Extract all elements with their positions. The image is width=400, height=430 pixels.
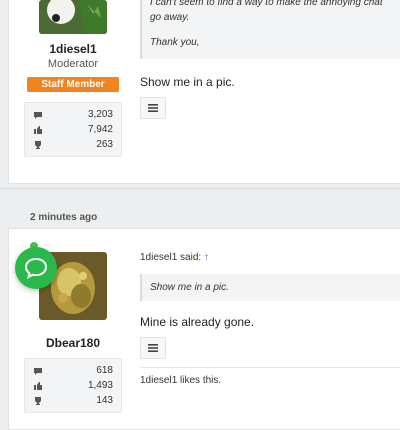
- likes-summary[interactable]: 1diesel1 likes this.: [140, 375, 400, 386]
- thumbs-up-icon: [34, 125, 42, 134]
- user-stats: 618 1,493 143: [24, 358, 122, 413]
- stat-messages: 618: [33, 363, 113, 378]
- quote-block: I can't seem to find a way to make the a…: [140, 0, 400, 59]
- stat-value: 143: [96, 395, 113, 406]
- divider: [140, 367, 400, 368]
- post-1-body: I can't seem to find a way to make the a…: [140, 0, 400, 119]
- stat-likes: 1,493: [33, 378, 113, 393]
- stat-trophies: 263: [33, 137, 113, 152]
- post-menu-button[interactable]: [140, 337, 166, 359]
- username[interactable]: 1diesel1: [18, 42, 128, 56]
- stat-value: 1,493: [87, 380, 113, 391]
- staff-badge: Staff Member: [27, 77, 119, 92]
- chat-bubble-icon: [24, 257, 48, 279]
- user-stats: 3,203 7,942 263: [24, 102, 122, 157]
- chat-icon: [34, 367, 42, 375]
- post-menu-button[interactable]: [140, 97, 166, 119]
- divider: [0, 188, 400, 189]
- post-2-body: 1diesel1 said: ↑ Show me in a pic. Mine …: [140, 252, 400, 386]
- quote-line: I can't seem to find a way to make the a…: [150, 0, 383, 8]
- user-card-1diesel1: 1diesel1 Moderator Staff Member 3,203 7,…: [18, 0, 128, 157]
- trophy-icon: [35, 396, 41, 405]
- stat-value: 7,942: [87, 124, 113, 135]
- menu-icon: [148, 344, 158, 352]
- chat-icon: [34, 111, 42, 119]
- stat-value: 263: [96, 139, 113, 150]
- jump-to-quote-link[interactable]: ↑: [204, 252, 209, 263]
- username[interactable]: Dbear180: [18, 336, 128, 350]
- stat-value: 3,203: [87, 109, 113, 120]
- stat-likes: 7,942: [33, 122, 113, 137]
- user-title: Moderator: [47, 58, 99, 70]
- avatar[interactable]: [39, 0, 107, 34]
- thumbs-up-icon: [34, 381, 42, 390]
- stat-messages: 3,203: [33, 107, 113, 122]
- stat-trophies: 143: [33, 393, 113, 408]
- trophy-icon: [35, 140, 41, 149]
- stat-value: 618: [96, 365, 113, 376]
- quote-line: Thank you,: [150, 37, 200, 48]
- quote-line: go away.: [150, 12, 190, 23]
- quote-attribution: 1diesel1 said: ↑: [140, 252, 400, 263]
- avatar-image-icon: [39, 0, 107, 34]
- post-text: Show me in a pic.: [140, 75, 235, 89]
- menu-icon: [148, 104, 158, 112]
- chat-widget-button[interactable]: [15, 247, 57, 289]
- post-text: Mine is already gone.: [140, 315, 255, 329]
- quote-author: 1diesel1 said:: [140, 252, 202, 263]
- post-timestamp[interactable]: 2 minutes ago: [30, 212, 97, 223]
- quote-block: Show me in a pic.: [140, 274, 400, 301]
